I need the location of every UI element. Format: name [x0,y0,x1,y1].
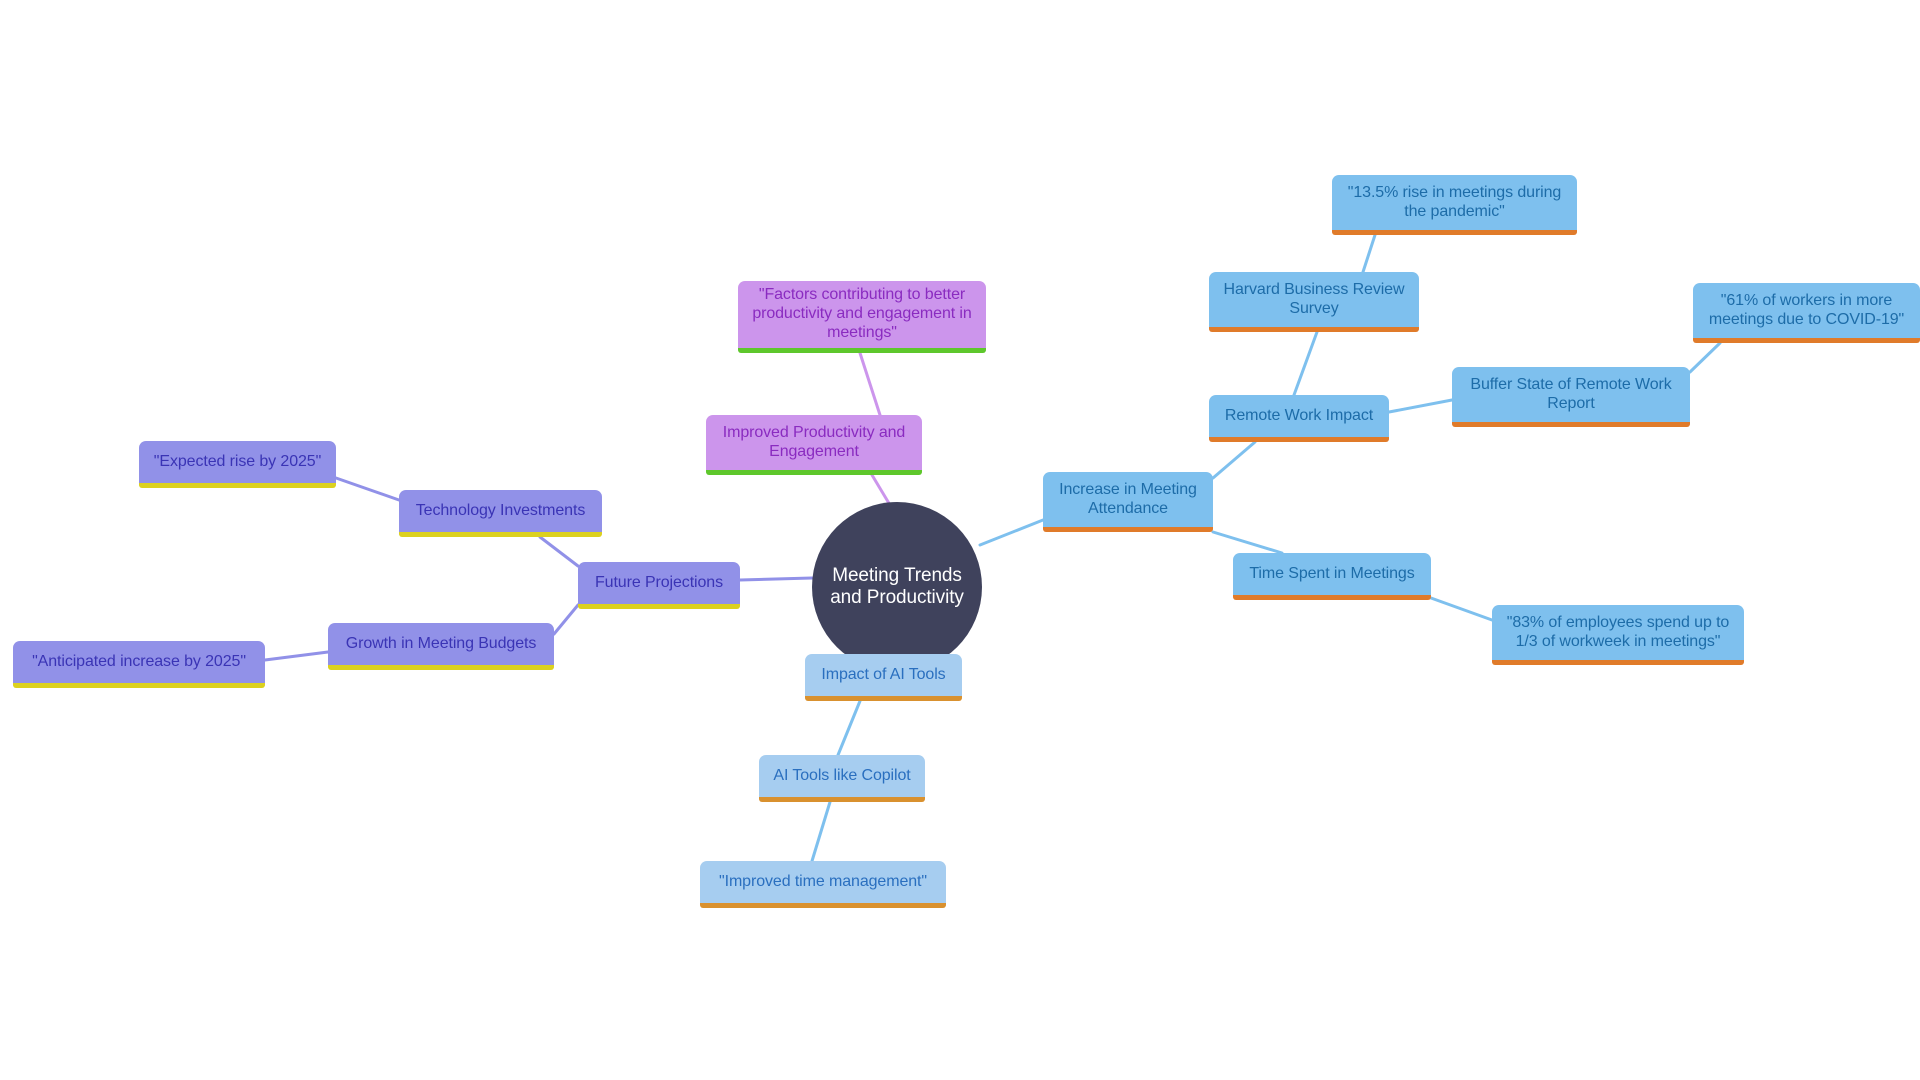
mindmap-node-impact_ai[interactable]: Impact of AI Tools [805,654,962,701]
edge-improved_productivity-to-quote_factors [858,351,882,417]
mindmap-node-quote_time_mgmt[interactable]: "Improved time management" [700,861,946,908]
node-label-quote_factors: "Factors contributing to better producti… [752,286,972,341]
mindmap-node-time_spent[interactable]: Time Spent in Meetings [1233,553,1431,600]
node-label-hbr_survey: Harvard Business Review Survey [1223,280,1405,317]
mindmap-node-quote_anticipated[interactable]: "Anticipated increase by 2025" [13,641,265,688]
node-label-future_projections: Future Projections [594,573,724,591]
edge-increase_attendance-to-time_spent [1211,530,1284,555]
edge-root-to-increase_attendance [978,518,1045,547]
mindmap-node-ai_copilot[interactable]: AI Tools like Copilot [759,755,925,802]
edge-remote_work_impact-to-hbr_survey [1292,330,1319,397]
edge-tech_investments-to-quote_expected_rise [334,476,401,502]
mindmap-node-quote_135[interactable]: "13.5% rise in meetings during the pande… [1332,175,1577,235]
node-label-quote_expected_rise: "Expected rise by 2025" [153,452,322,470]
mindmap-node-increase_attendance[interactable]: Increase in Meeting Attendance [1043,472,1213,532]
edge-remote_work_impact-to-buffer_report [1387,398,1454,414]
mindmap-node-remote_work_impact[interactable]: Remote Work Impact [1209,395,1389,442]
edge-hbr_survey-to-quote_135 [1361,233,1377,274]
edge-buffer_report-to-quote_61 [1688,341,1722,374]
edge-time_spent-to-quote_83 [1429,596,1494,622]
node-label-improved_productivity: Improved Productivity and Engagement [722,423,906,460]
mindmap-root-node[interactable]: Meeting Trends and Productivity [812,502,982,672]
mindmap-node-growth_budgets[interactable]: Growth in Meeting Budgets [328,623,554,670]
edge-impact_ai-to-ai_copilot [836,699,862,757]
node-label-time_spent: Time Spent in Meetings [1249,564,1415,582]
node-label-quote_83: "83% of employees spend up to 1/3 of wor… [1506,613,1730,650]
node-label-impact_ai: Impact of AI Tools [821,665,946,683]
mindmap-node-hbr_survey[interactable]: Harvard Business Review Survey [1209,272,1419,332]
edge-root-to-future_projections [738,576,814,582]
node-label-ai_copilot: AI Tools like Copilot [773,766,911,784]
node-label-buffer_report: Buffer State of Remote Work Report [1470,375,1672,412]
node-label-growth_budgets: Growth in Meeting Budgets [345,634,537,652]
mindmap-node-quote_expected_rise[interactable]: "Expected rise by 2025" [139,441,336,488]
mindmap-node-tech_investments[interactable]: Technology Investments [399,490,602,537]
node-label-tech_investments: Technology Investments [415,501,586,519]
node-label-quote_135: "13.5% rise in meetings during the pande… [1347,183,1562,220]
node-label-remote_work_impact: Remote Work Impact [1224,406,1374,424]
mindmap-node-quote_factors[interactable]: "Factors contributing to better producti… [738,281,986,353]
node-label-increase_attendance: Increase in Meeting Attendance [1059,480,1197,517]
edge-ai_copilot-to-quote_time_mgmt [810,800,832,863]
mindmap-node-buffer_report[interactable]: Buffer State of Remote Work Report [1452,367,1690,427]
root-node-label: Meeting Trends and Productivity [830,564,964,608]
mindmap-node-quote_83[interactable]: "83% of employees spend up to 1/3 of wor… [1492,605,1744,665]
node-label-quote_time_mgmt: "Improved time management" [719,872,927,890]
edge-future_projections-to-growth_budgets [552,603,580,636]
edge-increase_attendance-to-remote_work_impact [1211,440,1257,480]
edge-future_projections-to-tech_investments [538,535,580,568]
node-label-quote_anticipated: "Anticipated increase by 2025" [32,652,246,670]
mindmap-canvas: Meeting Trends and Productivity Increase … [0,0,1920,1080]
node-label-quote_61: "61% of workers in more meetings due to … [1708,291,1905,328]
mindmap-node-future_projections[interactable]: Future Projections [578,562,740,609]
edge-growth_budgets-to-quote_anticipated [263,650,330,662]
mindmap-node-quote_61[interactable]: "61% of workers in more meetings due to … [1693,283,1920,343]
mindmap-node-improved_productivity[interactable]: Improved Productivity and Engagement [706,415,922,475]
edge-root-to-improved_productivity [870,473,892,507]
